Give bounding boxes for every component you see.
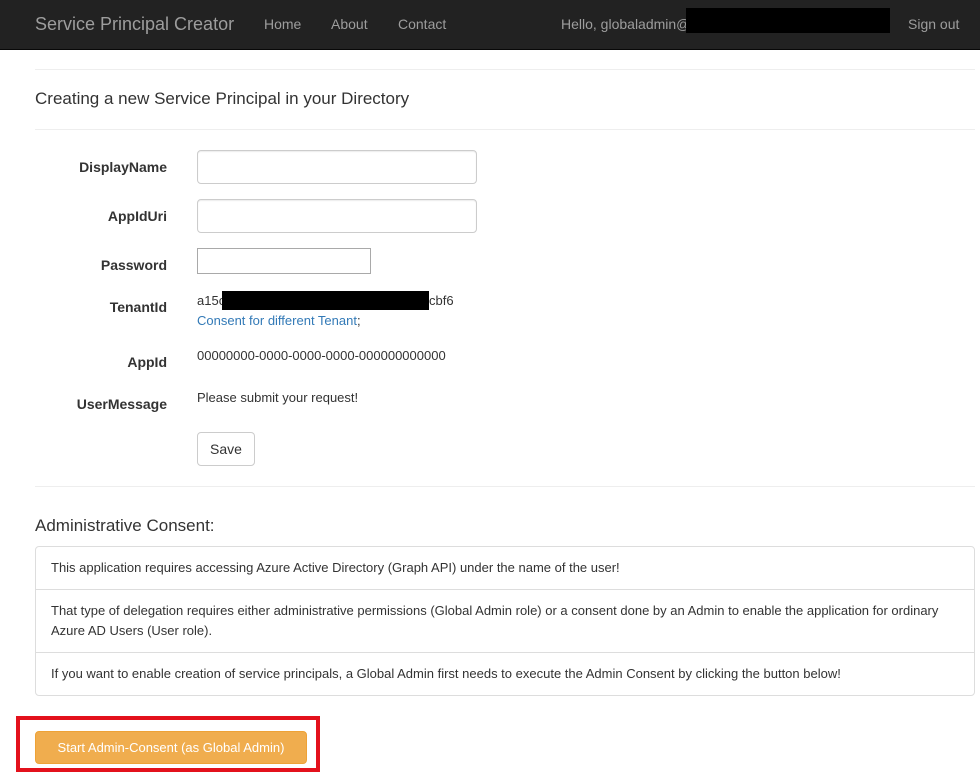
user-greeting[interactable]: Hello, globaladmin@ (561, 16, 690, 32)
nav-about-link[interactable]: About (331, 16, 368, 32)
tenant-id-label: TenantId (109, 299, 167, 315)
app-id-value: 00000000-0000-0000-0000-000000000000 (197, 348, 446, 363)
redacted-tenant-id (222, 291, 429, 310)
brand-link[interactable]: Service Principal Creator (35, 14, 234, 35)
top-divider (35, 69, 975, 70)
password-input[interactable] (197, 248, 371, 274)
title-divider (35, 129, 975, 130)
consent-different-tenant-link[interactable]: Consent for different Tenant (197, 313, 357, 328)
app-id-label: AppId (127, 354, 167, 370)
display-name-label: DisplayName (79, 159, 167, 175)
consent-link-suffix: ; (356, 313, 361, 328)
tenant-id-suffix: cbf6 (429, 293, 454, 308)
user-message-label: UserMessage (76, 396, 167, 412)
tenant-id-value: a15c (197, 293, 225, 308)
app-id-uri-input[interactable] (197, 199, 477, 233)
tenant-consent-line: Consent for different Tenant; (197, 313, 361, 328)
tenant-id-prefix: a15c (197, 293, 226, 308)
nav-contact-link[interactable]: Contact (398, 16, 446, 32)
form-divider (35, 486, 975, 487)
consent-info-list: This application requires accessing Azur… (35, 546, 975, 696)
nav-home-link[interactable]: Home (264, 16, 301, 32)
app-id-uri-label: AppIdUri (107, 208, 167, 224)
save-button[interactable]: Save (197, 432, 255, 466)
admin-consent-heading: Administrative Consent: (35, 516, 215, 535)
page-title: Creating a new Service Principal in your… (35, 89, 410, 108)
list-item: If you want to enable creation of servic… (36, 652, 974, 695)
list-item: This application requires accessing Azur… (51, 560, 620, 575)
sign-out-link[interactable]: Sign out (908, 16, 959, 32)
start-admin-consent-button[interactable]: Start Admin-Consent (as Global Admin) (35, 731, 307, 764)
redacted-username (686, 8, 890, 33)
top-navbar: Service Principal Creator Home About Con… (0, 0, 980, 50)
user-message-value: Please submit your request! (197, 390, 359, 405)
display-name-input[interactable] (197, 150, 477, 184)
password-label: Password (100, 257, 167, 273)
list-item: That type of delegation requires either … (36, 589, 974, 652)
